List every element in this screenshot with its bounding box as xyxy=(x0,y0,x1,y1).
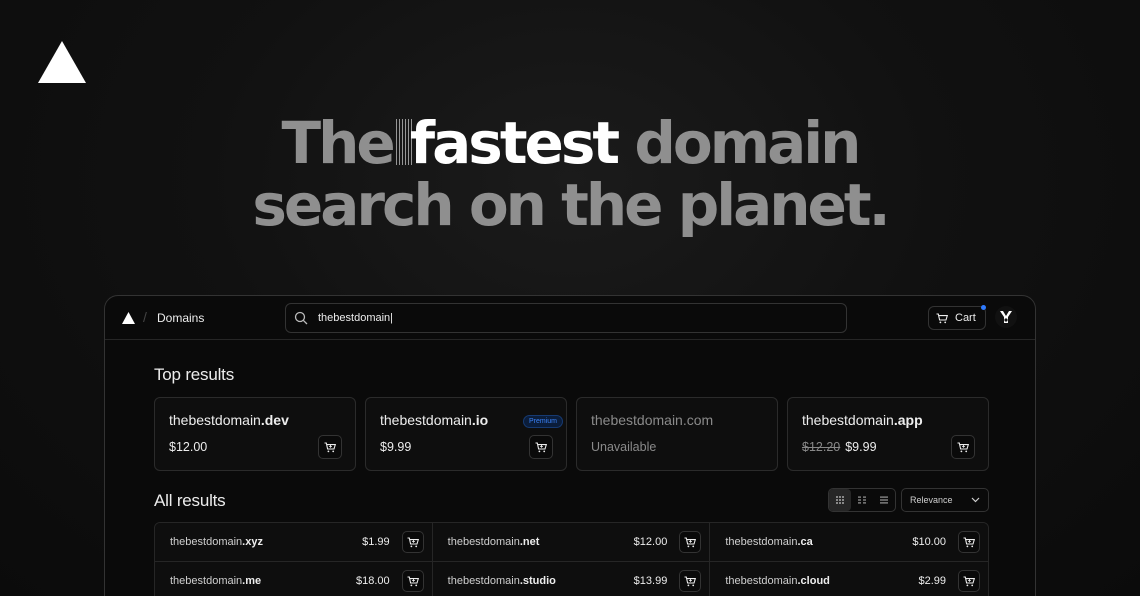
availability-status: Unavailable xyxy=(591,440,657,454)
all-results-title: All results xyxy=(154,491,226,510)
domain-name: thebestdomain.net xyxy=(447,536,540,548)
domain-name: thebestdomain.xyz xyxy=(170,536,263,548)
domain-name: thebestdomain.io xyxy=(380,412,489,428)
old-price: $12.20 xyxy=(802,440,841,454)
add-to-cart-button[interactable] xyxy=(318,435,342,459)
cart-icon xyxy=(963,575,975,586)
cart-icon xyxy=(407,536,419,547)
cart-icon xyxy=(407,575,419,586)
domain-name: thebestdomain.com xyxy=(591,412,714,428)
view-toggle xyxy=(828,488,896,512)
add-to-cart-button[interactable] xyxy=(679,531,702,553)
add-to-cart-button[interactable] xyxy=(529,435,553,459)
triangle-logo-icon xyxy=(38,41,86,83)
sort-value: Relevance xyxy=(910,495,953,505)
cart-icon xyxy=(684,575,697,586)
domain-price: $12.00 xyxy=(633,536,668,548)
search-input[interactable] xyxy=(318,312,818,324)
result-row[interactable]: thebestdomain.me $18.00 xyxy=(155,562,433,596)
breadcrumb-separator: / xyxy=(143,309,147,325)
hero-line-1: The fastest domain xyxy=(0,112,1140,174)
hero-word-domain: domain xyxy=(634,109,861,177)
add-to-cart-button[interactable] xyxy=(679,570,702,592)
result-row[interactable]: thebestdomain.studio $13.99 xyxy=(432,562,711,596)
add-to-cart-button[interactable] xyxy=(401,531,424,553)
list-view-button[interactable] xyxy=(873,489,895,511)
cart-icon xyxy=(535,441,547,452)
top-result-card[interactable]: thebestdomain.io Premium $9.99 xyxy=(365,397,567,471)
domain-name: thebestdomain.dev xyxy=(169,412,289,428)
domain-name: thebestdomain.me xyxy=(170,575,262,587)
top-result-card[interactable]: thebestdomain.dev $12.00 xyxy=(154,397,356,471)
top-result-card[interactable]: thebestdomain.app $12.20 $9.99 xyxy=(787,397,989,471)
app-topbar: / Domains Cart xyxy=(105,296,1035,340)
search-icon xyxy=(294,311,308,325)
result-row[interactable]: thebestdomain.ca $10.00 xyxy=(710,523,988,562)
domain-price: $18.00 xyxy=(356,575,390,587)
domain-price: $12.20 $9.99 xyxy=(802,440,877,454)
cart-icon xyxy=(684,536,697,547)
app-window: / Domains Cart Top results xyxy=(104,295,1036,596)
avatar[interactable] xyxy=(995,306,1017,328)
hero-headline: The fastest domain search on the planet. xyxy=(0,112,1140,236)
cart-notification-dot xyxy=(981,305,986,310)
domain-price: $12.00 xyxy=(169,440,208,454)
cart-button[interactable]: Cart xyxy=(928,306,986,330)
cart-label: Cart xyxy=(955,312,976,324)
avatar-icon xyxy=(1000,311,1012,323)
search-bar[interactable] xyxy=(285,303,847,333)
add-to-cart-button[interactable] xyxy=(957,570,980,592)
result-row[interactable]: thebestdomain.cloud $2.99 xyxy=(710,562,988,596)
domain-name: thebestdomain.ca xyxy=(725,536,813,548)
cart-icon xyxy=(957,441,969,452)
all-results-grid: thebestdomain.xyz $1.99 thebestdomain.ne… xyxy=(154,522,989,596)
list-view-icon xyxy=(880,496,888,504)
domain-price: $13.99 xyxy=(633,575,668,587)
add-to-cart-button[interactable] xyxy=(957,531,980,553)
domain-price: $1.99 xyxy=(362,536,390,548)
cart-icon xyxy=(936,312,948,323)
compact-grid-icon xyxy=(858,496,866,504)
premium-badge: Premium xyxy=(522,415,563,428)
domain-price: $2.99 xyxy=(918,575,946,587)
add-to-cart-button[interactable] xyxy=(951,435,975,459)
domain-name: thebestdomain.studio xyxy=(447,575,556,587)
hero-word-fastest: fastest xyxy=(409,109,620,177)
page-title[interactable]: Domains xyxy=(157,311,204,325)
domain-name: thebestdomain.app xyxy=(802,412,923,428)
chevron-down-icon xyxy=(971,497,980,503)
domain-price: $9.99 xyxy=(380,440,412,454)
domain-name: thebestdomain.cloud xyxy=(725,575,830,587)
domain-price: $10.00 xyxy=(912,536,946,548)
compact-grid-button[interactable] xyxy=(851,489,873,511)
top-result-card-unavailable: thebestdomain.com Unavailable xyxy=(576,397,778,471)
result-row[interactable]: thebestdomain.xyz $1.99 xyxy=(155,523,433,562)
hero-word-the: The xyxy=(281,109,396,177)
top-results-title: Top results xyxy=(154,365,235,384)
result-row[interactable]: thebestdomain.net $12.00 xyxy=(432,523,711,562)
grid-view-icon xyxy=(836,496,844,504)
cart-icon xyxy=(963,536,975,547)
hero-line-2: search on the planet. xyxy=(252,171,890,239)
add-to-cart-button[interactable] xyxy=(401,570,424,592)
triangle-logo-icon[interactable] xyxy=(122,312,135,324)
sort-select[interactable]: Relevance xyxy=(901,488,989,512)
grid-view-button[interactable] xyxy=(829,489,851,511)
cart-icon xyxy=(324,441,336,452)
